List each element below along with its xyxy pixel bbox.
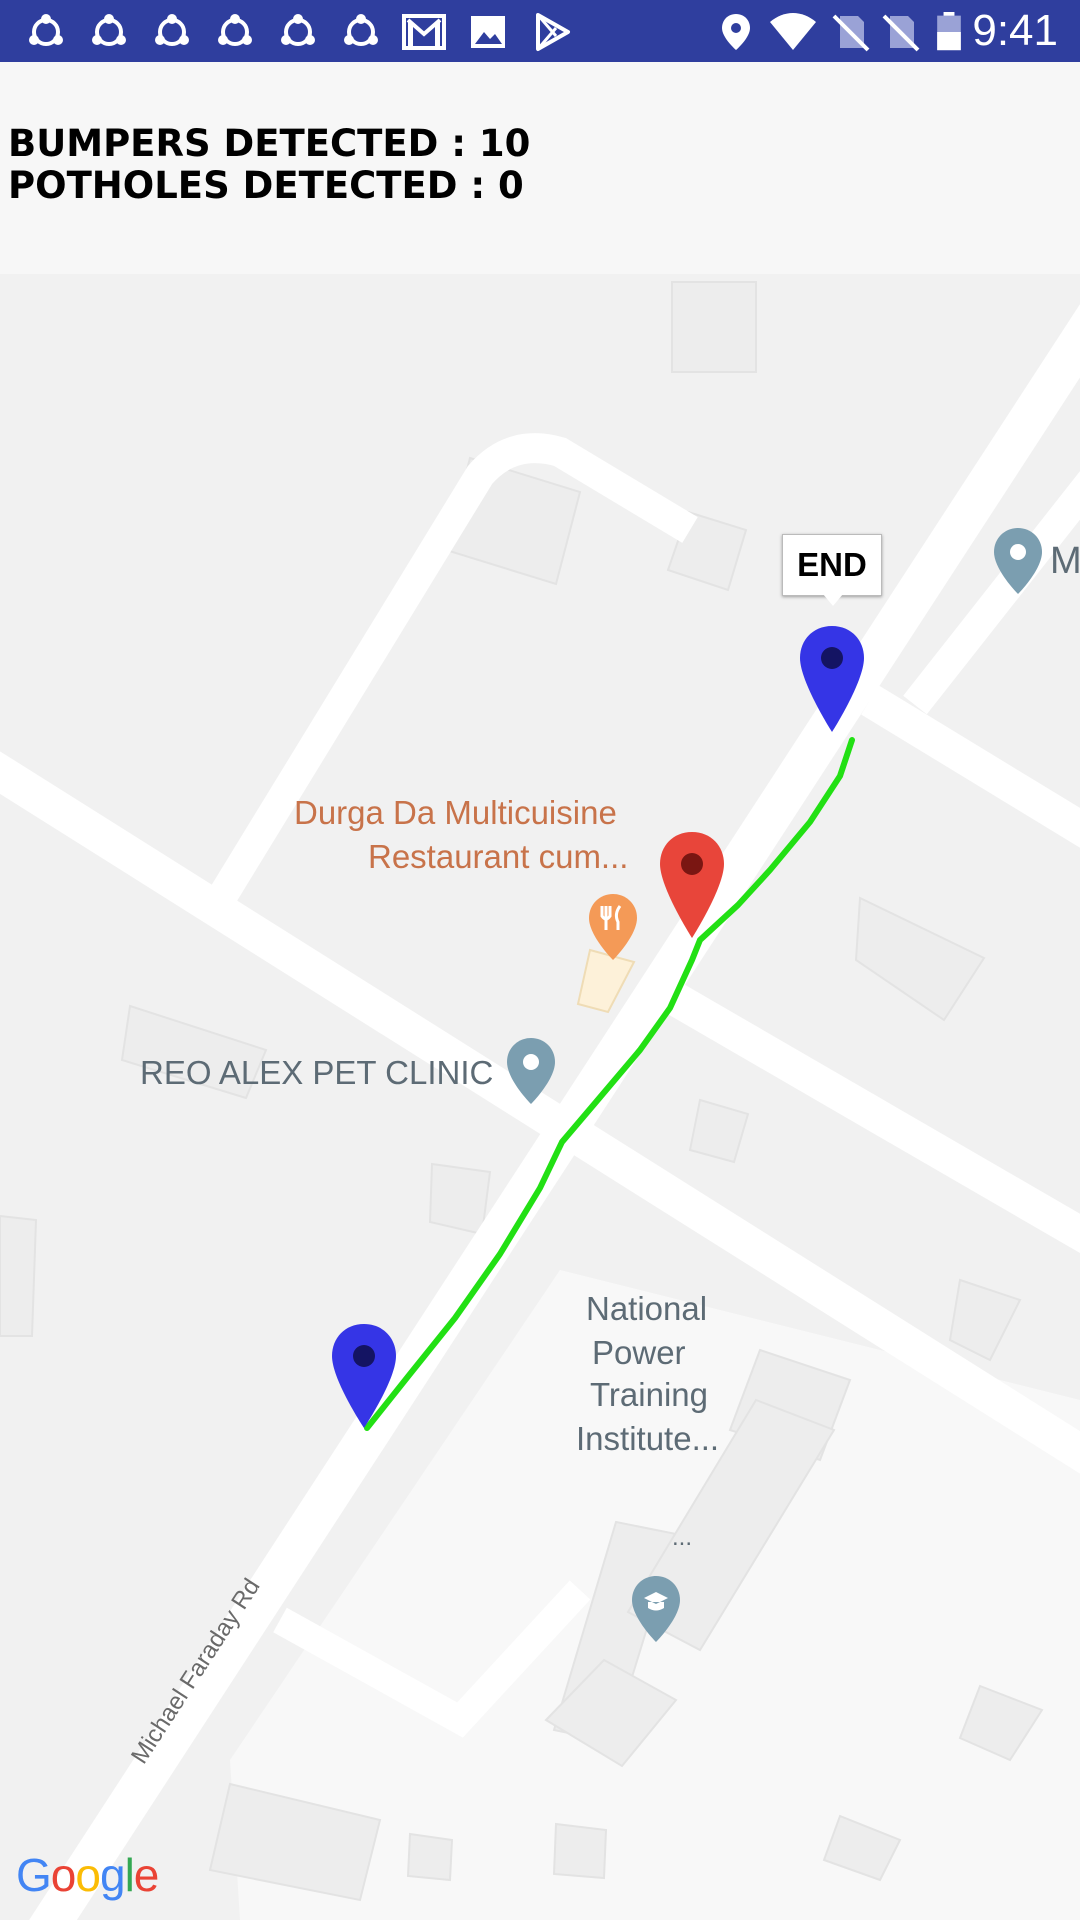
institute-label-line4[interactable]: Institute...: [576, 1420, 719, 1458]
pet-clinic-label[interactable]: REO ALEX PET CLINIC: [140, 1054, 493, 1092]
location-icon: [722, 14, 750, 50]
restaurant-label-line2[interactable]: Restaurant cum...: [368, 838, 628, 876]
google-logo: Google: [16, 1849, 159, 1901]
shareit-icon: [218, 14, 252, 46]
potholes-detected-text: POTHOLES DETECTED : 0: [8, 164, 524, 207]
institute-label-line2[interactable]: Power: [592, 1334, 686, 1372]
restaurant-label-line1[interactable]: Durga Da Multicuisine: [294, 794, 617, 832]
institute-label-line1[interactable]: National: [586, 1290, 707, 1328]
stats-header: BUMPERS DETECTED : 10 POTHOLES DETECTED …: [0, 62, 1080, 274]
map-view[interactable]: Durga Da Multicuisine Restaurant cum... …: [0, 274, 1080, 1920]
gallery-icon: [471, 16, 505, 48]
play-store-icon: [536, 13, 570, 51]
map-canvas[interactable]: [0, 274, 1080, 1920]
shareit-icon: [344, 14, 378, 46]
institute-label-ellipsis: ...: [672, 1524, 693, 1551]
status-bar: 9:41: [0, 0, 1080, 62]
shareit-icon: [92, 14, 126, 46]
no-sim-icon: [882, 14, 920, 52]
institute-label-line3[interactable]: Training: [590, 1376, 708, 1414]
bumpers-detected-text: BUMPERS DETECTED : 10: [8, 122, 531, 165]
shareit-icon: [29, 14, 63, 46]
battery-icon: [937, 12, 961, 51]
wifi-icon: [770, 13, 816, 50]
status-time: 9:41: [972, 6, 1058, 55]
partial-place-label[interactable]: M: [1050, 540, 1080, 583]
shareit-icon: [281, 14, 315, 46]
gmail-icon: [402, 14, 446, 50]
no-sim-icon: [832, 14, 870, 52]
end-info-window[interactable]: END: [782, 534, 882, 606]
shareit-icon: [155, 14, 189, 46]
